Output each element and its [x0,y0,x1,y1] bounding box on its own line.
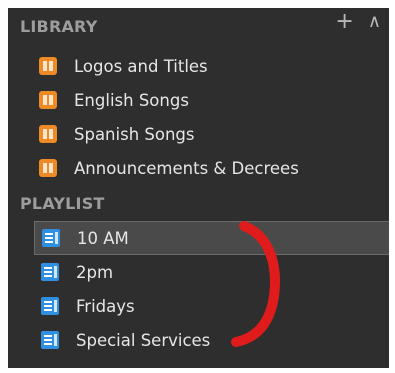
playlist-header: PLAYLIST [20,194,105,213]
playlist-icon [41,331,59,349]
playlist-icon [41,263,59,281]
playlist-item-2pm[interactable]: 2pm [8,255,389,289]
playlist-item-special-services[interactable]: Special Services [8,323,389,357]
library-icon [39,57,57,75]
library-icon [39,91,57,109]
playlist-item-fridays[interactable]: Fridays [8,289,389,323]
library-header-tools: + ∧ [335,10,381,34]
playlist-item-label: Special Services [76,330,211,350]
playlist-item-label: 10 AM [77,228,129,248]
plus-icon[interactable]: + [335,11,353,33]
library-item-label: Logos and Titles [74,56,208,76]
library-item-spanish-songs[interactable]: Spanish Songs [8,117,389,151]
sidebar-panel: LIBRARY + ∧ Logos and Titles English Son… [8,8,389,368]
playlist-icon [42,229,60,247]
playlist-item-label: 2pm [76,262,114,282]
library-item-english-songs[interactable]: English Songs [8,83,389,117]
library-header: LIBRARY [20,17,98,36]
playlist-icon [41,297,59,315]
library-icon [39,159,57,177]
library-item-logos-and-titles[interactable]: Logos and Titles [8,49,389,83]
library-item-announcements[interactable]: Announcements & Decrees [8,151,389,185]
library-item-label: English Songs [74,90,189,110]
playlist-item-10am[interactable]: 10 AM [34,221,389,255]
chevron-up-icon[interactable]: ∧ [368,11,381,33]
library-item-label: Announcements & Decrees [74,158,299,178]
playlist-item-label: Fridays [76,296,135,316]
library-icon [39,125,57,143]
library-item-label: Spanish Songs [74,124,195,144]
